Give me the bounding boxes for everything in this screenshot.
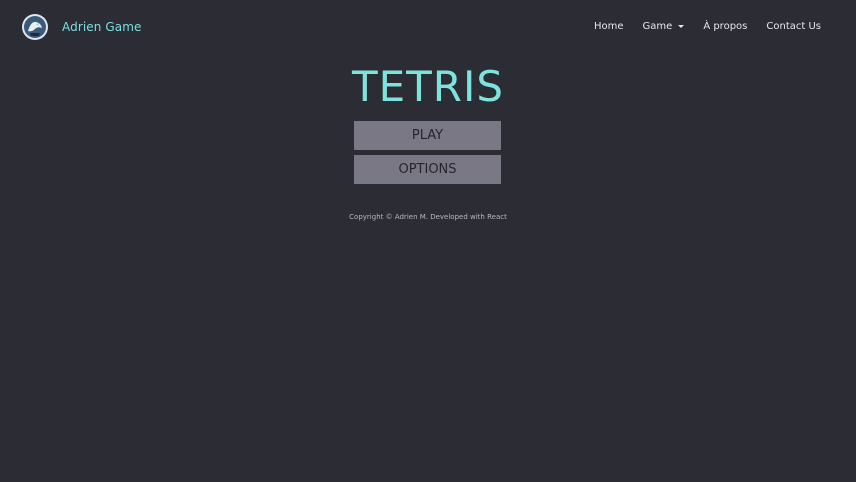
copyright-text: Copyright © Adrien M. Developed with Rea… [349,213,507,221]
nav-home-label: Home [594,20,624,32]
caret-down-icon [678,24,685,28]
navbar: Adrien Game Home Game À propos Contact U… [0,0,856,54]
page: Adrien Game Home Game À propos Contact U… [0,0,856,482]
play-button[interactable]: PLAY [354,121,501,150]
options-button[interactable]: OPTIONS [354,155,501,184]
game-title: TETRIS [351,62,505,111]
nav-about[interactable]: À propos [703,21,747,32]
brand-link[interactable]: Adrien Game [21,12,142,42]
brand-name: Adrien Game [62,20,142,34]
nav-contact-label: Contact Us [766,20,821,32]
nav-game-dropdown[interactable]: Game [643,21,685,32]
nav-game-label: Game [642,20,673,32]
nav-home[interactable]: Home [594,21,624,32]
logo-icon [22,14,48,40]
nav-links: Home Game À propos Contact Us [594,18,821,34]
nav-contact[interactable]: Contact Us [766,21,821,32]
nav-about-label: À propos [703,20,748,32]
